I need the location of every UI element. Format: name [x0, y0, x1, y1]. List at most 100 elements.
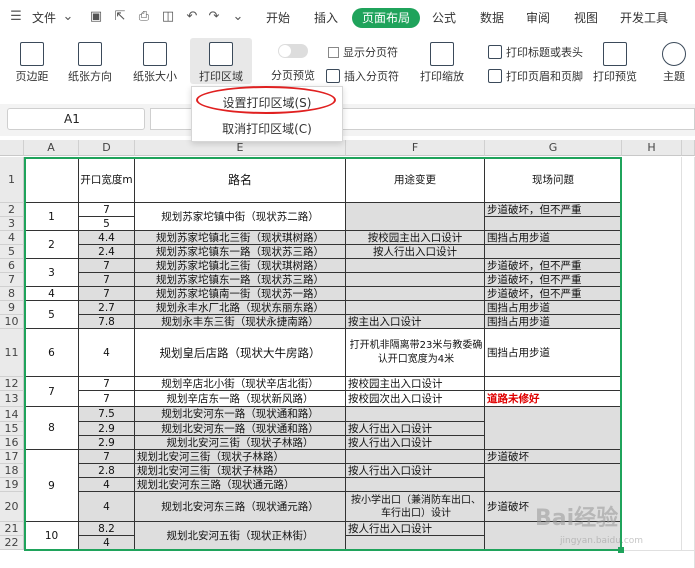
- cell-usage[interactable]: 打开机非隔离带23米与教委确认开口宽度为4米: [346, 329, 485, 377]
- cell-usage[interactable]: 按校园主出入口设计: [346, 231, 485, 245]
- cell-width[interactable]: 7.8: [79, 315, 135, 329]
- cell-usage[interactable]: [346, 301, 485, 315]
- cell-issue[interactable]: [485, 217, 622, 231]
- cell-usage[interactable]: 按主出入口设计: [346, 315, 485, 329]
- row-header[interactable]: 4: [0, 231, 24, 245]
- row-header[interactable]: 18: [0, 464, 24, 478]
- cell-width[interactable]: 8.2: [79, 522, 135, 536]
- header-cell-g[interactable]: 现场问题: [485, 157, 622, 203]
- toggle-switch[interactable]: [278, 44, 308, 58]
- cell-width[interactable]: 7: [79, 259, 135, 273]
- save-icon[interactable]: ▣: [88, 8, 104, 24]
- cell-width[interactable]: 5: [79, 217, 135, 231]
- cell-road[interactable]: 规划永丰水厂北路（现状东丽东路）: [135, 301, 346, 315]
- cell-width[interactable]: 7: [79, 287, 135, 301]
- row-header[interactable]: 10: [0, 315, 24, 329]
- row-header[interactable]: 8: [0, 287, 24, 301]
- cell-width[interactable]: 4: [79, 492, 135, 522]
- tab-data[interactable]: 数据: [480, 9, 504, 26]
- empty-column-h[interactable]: [622, 157, 682, 551]
- redo-icon[interactable]: ↷: [206, 8, 222, 24]
- cell-usage[interactable]: 按人行出入口设计: [346, 436, 485, 450]
- chevron-down-icon[interactable]: ⌄: [60, 8, 76, 24]
- cell-road[interactable]: 规划北安河东三路（现状通元路）: [135, 492, 346, 522]
- cell-width[interactable]: 2.9: [79, 422, 135, 436]
- cell-road[interactable]: 规划永丰东三街（现状永捷南路）: [135, 315, 346, 329]
- cell-usage[interactable]: 按人行出入口设计: [346, 464, 485, 478]
- show-page-breaks-checkbox[interactable]: 显示分页符: [328, 44, 398, 60]
- cell-road[interactable]: 规划苏家坨镇中街（现状苏二路）: [135, 203, 346, 231]
- cell-road[interactable]: 规划北安河三街（现状子林路）: [135, 436, 346, 450]
- orientation-button[interactable]: 纸张方向: [62, 42, 118, 84]
- cell-issue[interactable]: 道路未修好: [485, 391, 622, 407]
- cell-usage[interactable]: 按校园次出入口设计: [346, 391, 485, 407]
- column-header-a[interactable]: A: [24, 140, 79, 156]
- insert-page-break-button[interactable]: 插入分页符: [326, 68, 399, 84]
- tab-developer[interactable]: 开发工具: [620, 9, 668, 26]
- row-header[interactable]: 5: [0, 245, 24, 259]
- cell-num[interactable]: 4: [24, 287, 79, 301]
- row-header[interactable]: 7: [0, 273, 24, 287]
- fill-handle[interactable]: [618, 547, 624, 553]
- cell-width[interactable]: 7: [79, 273, 135, 287]
- cell-issue[interactable]: [485, 407, 622, 450]
- cell-usage[interactable]: 按人行出入口设计: [346, 522, 485, 536]
- cell-usage[interactable]: [346, 536, 485, 551]
- row-header[interactable]: 22: [0, 536, 24, 550]
- column-header-f[interactable]: F: [346, 140, 485, 156]
- cell-width[interactable]: 4.4: [79, 231, 135, 245]
- cell-usage[interactable]: [346, 203, 485, 231]
- row-header[interactable]: 1: [0, 157, 24, 203]
- print-area-button[interactable]: 打印区域: [190, 38, 252, 84]
- cell-usage[interactable]: [346, 450, 485, 464]
- undo-icon[interactable]: ↶: [184, 8, 200, 24]
- print-preview-button[interactable]: 打印预览: [588, 42, 642, 84]
- cell-width[interactable]: 2.4: [79, 245, 135, 259]
- tab-insert[interactable]: 插入: [314, 9, 338, 26]
- cell-width[interactable]: 4: [79, 536, 135, 551]
- row-header[interactable]: 15: [0, 422, 24, 436]
- cell-usage[interactable]: 按校园主出入口设计: [346, 377, 485, 391]
- column-header-extra[interactable]: [682, 140, 695, 156]
- cell-road[interactable]: 规划苏家坨镇南一街（现状苏一路）: [135, 287, 346, 301]
- row-header[interactable]: 11: [0, 329, 24, 377]
- cell-width[interactable]: 2.8: [79, 464, 135, 478]
- cell-issue[interactable]: 步道破坏: [485, 450, 622, 464]
- row-header[interactable]: 14: [0, 407, 24, 422]
- cell-num[interactable]: 9: [24, 450, 79, 522]
- column-header-e[interactable]: E: [135, 140, 346, 156]
- cell-usage[interactable]: [346, 273, 485, 287]
- cell-road[interactable]: 规划北安河东一路（现状通和路）: [135, 422, 346, 436]
- theme-button[interactable]: 主题: [654, 42, 694, 84]
- tab-review[interactable]: 审阅: [526, 9, 550, 26]
- cell-num[interactable]: 7: [24, 377, 79, 407]
- name-box[interactable]: A1: [7, 108, 145, 130]
- tab-home[interactable]: 开始: [266, 9, 290, 26]
- header-cell-a[interactable]: [24, 157, 79, 203]
- cell-num[interactable]: 6: [24, 329, 79, 377]
- row-header[interactable]: 12: [0, 377, 24, 391]
- print-icon[interactable]: ⎙: [136, 8, 152, 24]
- cell-usage[interactable]: [346, 287, 485, 301]
- cell-issue[interactable]: 步道破坏，但不严重: [485, 259, 622, 273]
- cell-usage[interactable]: [346, 407, 485, 422]
- cell-width[interactable]: 4: [79, 329, 135, 377]
- cell-road[interactable]: 规划苏家坨镇北三街（现状琪树路）: [135, 259, 346, 273]
- hamburger-icon[interactable]: ☰: [8, 8, 24, 24]
- cell-width[interactable]: 2.7: [79, 301, 135, 315]
- cell-issue[interactable]: [485, 245, 622, 259]
- cell-width[interactable]: 7: [79, 391, 135, 407]
- cell-usage[interactable]: 按人行出入口设计: [346, 245, 485, 259]
- row-header[interactable]: 16: [0, 436, 24, 450]
- row-header[interactable]: 17: [0, 450, 24, 464]
- cell-num[interactable]: 8: [24, 407, 79, 450]
- preview-icon[interactable]: ◫: [160, 8, 176, 24]
- row-header[interactable]: 6: [0, 259, 24, 273]
- header-cell-d[interactable]: 开口宽度m: [79, 157, 135, 203]
- cell-usage[interactable]: [346, 259, 485, 273]
- cell-issue[interactable]: 步道破坏，但不严重: [485, 203, 622, 217]
- cell-usage[interactable]: [346, 478, 485, 492]
- cell-road[interactable]: 规划北安河三街（现状子林路）: [135, 450, 346, 464]
- row-header[interactable]: 9: [0, 301, 24, 315]
- header-footer-button[interactable]: 打印页眉和页脚: [488, 68, 583, 84]
